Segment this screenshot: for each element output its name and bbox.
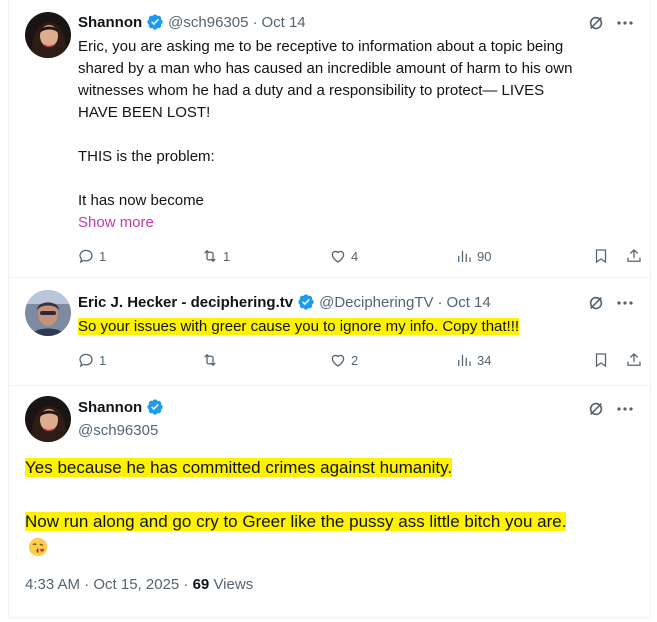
verified-badge-icon: [297, 293, 315, 311]
tweet-text-line-1: Yes because he has committed crimes agai…: [25, 458, 453, 477]
display-name[interactable]: Eric J. Hecker - deciphering.tv: [78, 294, 293, 311]
like-count: 2: [351, 352, 359, 368]
views-label: Views: [209, 576, 254, 593]
tweet-text-line: THIS is the problem:: [78, 148, 215, 165]
reply-count: 1: [99, 352, 107, 368]
tweet-text-line-2: Now run along and go cry to Greer like t…: [25, 512, 567, 531]
like-button[interactable]: 2: [329, 351, 358, 369]
tweet-text: Eric, you are asking me to be receptive …: [78, 36, 638, 234]
more-icon[interactable]: [615, 14, 635, 32]
avatar-shannon[interactable]: [25, 396, 71, 442]
tweet-meta: 4:33 AM · Oct 15, 2025 · 69 Views: [25, 576, 253, 593]
grok-icon[interactable]: [587, 294, 605, 312]
share-icon: [627, 353, 641, 366]
repost-count: 1: [223, 248, 231, 264]
tweet-shannon-oct14[interactable]: Shannon @sch96305 · Oct 14 Eric, you are…: [9, 0, 650, 278]
tweet-text-line: HAVE BEEN LOST!: [78, 104, 211, 121]
separator-dot: ·: [252, 13, 258, 31]
views-button[interactable]: 34: [455, 351, 491, 369]
tweet-text-line: Now run along and go cry to Greer like t…: [25, 510, 645, 534]
tweet-text-line: Yes because he has committed crimes agai…: [25, 456, 645, 480]
display-name[interactable]: Shannon: [78, 399, 142, 416]
handle[interactable]: @sch96305: [78, 422, 158, 439]
views-count: 90: [477, 248, 492, 264]
verified-badge-icon: [146, 13, 164, 31]
views-icon: [458, 250, 471, 262]
tweet-header: Shannon: [78, 398, 164, 416]
share-icon: [627, 249, 641, 262]
action-bar: 1 2 34: [77, 351, 641, 371]
timestamp[interactable]: Oct 14: [447, 294, 491, 311]
tweet-header: Eric J. Hecker - deciphering.tv @Deciphe…: [78, 292, 491, 312]
share-button[interactable]: [625, 247, 643, 265]
reply-button[interactable]: 1: [77, 351, 106, 369]
views-icon: [458, 354, 471, 366]
show-more-link[interactable]: Show more: [78, 212, 638, 234]
more-icon[interactable]: [615, 294, 635, 312]
bookmark-button[interactable]: [592, 351, 610, 369]
avatar-eric[interactable]: [25, 290, 71, 336]
post-timestamp[interactable]: 4:33 AM · Oct 15, 2025 ·: [25, 576, 193, 593]
reply-icon: [79, 249, 93, 264]
reply-button[interactable]: 1: [77, 247, 106, 265]
grok-icon[interactable]: [587, 14, 605, 32]
bookmark-icon: [595, 249, 607, 264]
tweet-text-line: It has now become: [78, 192, 204, 209]
tweet-eric-oct14[interactable]: Eric J. Hecker - deciphering.tv @Deciphe…: [9, 278, 650, 386]
views-button[interactable]: 90: [455, 247, 491, 265]
display-name[interactable]: Shannon: [78, 14, 142, 31]
handle[interactable]: @sch96305: [168, 14, 248, 31]
like-icon: [331, 250, 345, 263]
tweet-text-line: Eric, you are asking me to be receptive …: [78, 38, 564, 55]
tweet-text: So your issues with greer cause you to i…: [78, 316, 638, 338]
tweet-text-line: witnesses whom he had a duty and a respo…: [78, 82, 545, 99]
like-count: 4: [351, 248, 359, 264]
conversation-thread: Shannon @sch96305 · Oct 14 Eric, you are…: [8, 0, 651, 618]
bookmark-icon: [595, 353, 607, 368]
reply-icon: [79, 353, 93, 368]
timestamp[interactable]: Oct 14: [261, 14, 305, 31]
grok-icon[interactable]: [587, 400, 605, 418]
verified-badge-icon: [146, 398, 164, 416]
like-icon: [331, 354, 345, 367]
views-count: 34: [477, 352, 492, 368]
avatar-shannon[interactable]: [25, 12, 71, 58]
more-icon[interactable]: [615, 400, 635, 418]
share-button[interactable]: [625, 351, 643, 369]
like-button[interactable]: 4: [329, 247, 358, 265]
repost-button[interactable]: [201, 351, 223, 369]
handle[interactable]: @DecipheringTV: [319, 294, 433, 311]
kiss-emoji-icon: [27, 536, 49, 558]
tweet-header: Shannon @sch96305 · Oct 14: [78, 12, 306, 32]
repost-icon: [204, 353, 216, 367]
action-bar: 1 1 4 90: [77, 247, 641, 267]
repost-button[interactable]: 1: [201, 247, 230, 265]
repost-icon: [204, 249, 216, 263]
tweet-shannon-focused: Shannon @sch96305 Yes because he has com…: [9, 386, 650, 618]
bookmark-button[interactable]: [592, 247, 610, 265]
views-total: 69: [192, 576, 210, 593]
separator-dot: ·: [437, 293, 443, 311]
tweet-text-line: So your issues with greer cause you to i…: [78, 318, 520, 335]
reply-count: 1: [99, 248, 107, 264]
tweet-text-line: shared by a man who has caused an incred…: [78, 60, 573, 77]
